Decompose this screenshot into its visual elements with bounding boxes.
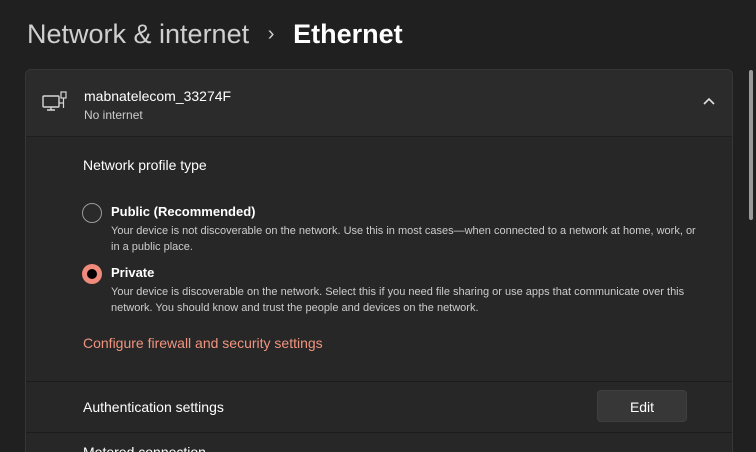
page-title: Ethernet (293, 19, 403, 49)
network-name: mabnatelecom_33274F (84, 88, 232, 104)
firewall-settings-link[interactable]: Configure firewall and security settings (83, 335, 323, 351)
breadcrumb: Network & internet › Ethernet (27, 14, 403, 54)
public-radio-label[interactable]: Public (Recommended) (111, 204, 255, 219)
authentication-settings-row: Authentication settings Edit (26, 382, 732, 432)
settings-page: Network & internet › Ethernet mabnatelec… (0, 0, 756, 452)
profile-type-heading: Network profile type (83, 157, 207, 173)
edit-button[interactable]: Edit (597, 390, 687, 422)
private-radio-description: Your device is discoverable on the netwo… (111, 286, 685, 314)
breadcrumb-separator-icon: › (267, 23, 275, 45)
chevron-up-icon[interactable] (702, 96, 716, 106)
private-radio-label[interactable]: Private (111, 265, 154, 280)
public-radio-description: Your device is not discoverable on the n… (111, 225, 696, 253)
divider (26, 432, 732, 433)
public-radio[interactable] (82, 203, 102, 223)
radio-option-public[interactable]: Public (Recommended) Your device is not … (82, 203, 702, 257)
network-status: No internet (84, 108, 143, 122)
radio-selected-dot (87, 269, 97, 279)
authentication-settings-label: Authentication settings (83, 399, 224, 415)
radio-option-private[interactable]: Private Your device is discoverable on t… (82, 264, 702, 318)
breadcrumb-parent-link[interactable]: Network & internet (27, 16, 249, 52)
private-radio[interactable] (82, 264, 102, 284)
ethernet-monitor-icon (42, 91, 67, 111)
network-card-header[interactable]: mabnatelecom_33274F No internet (26, 70, 732, 137)
network-card: mabnatelecom_33274F No internet Network … (25, 69, 733, 452)
metered-connection-label[interactable]: Metered connection (83, 444, 206, 452)
scrollbar-thumb[interactable] (749, 70, 753, 220)
network-card-body: Network profile type Public (Recommended… (26, 137, 732, 452)
